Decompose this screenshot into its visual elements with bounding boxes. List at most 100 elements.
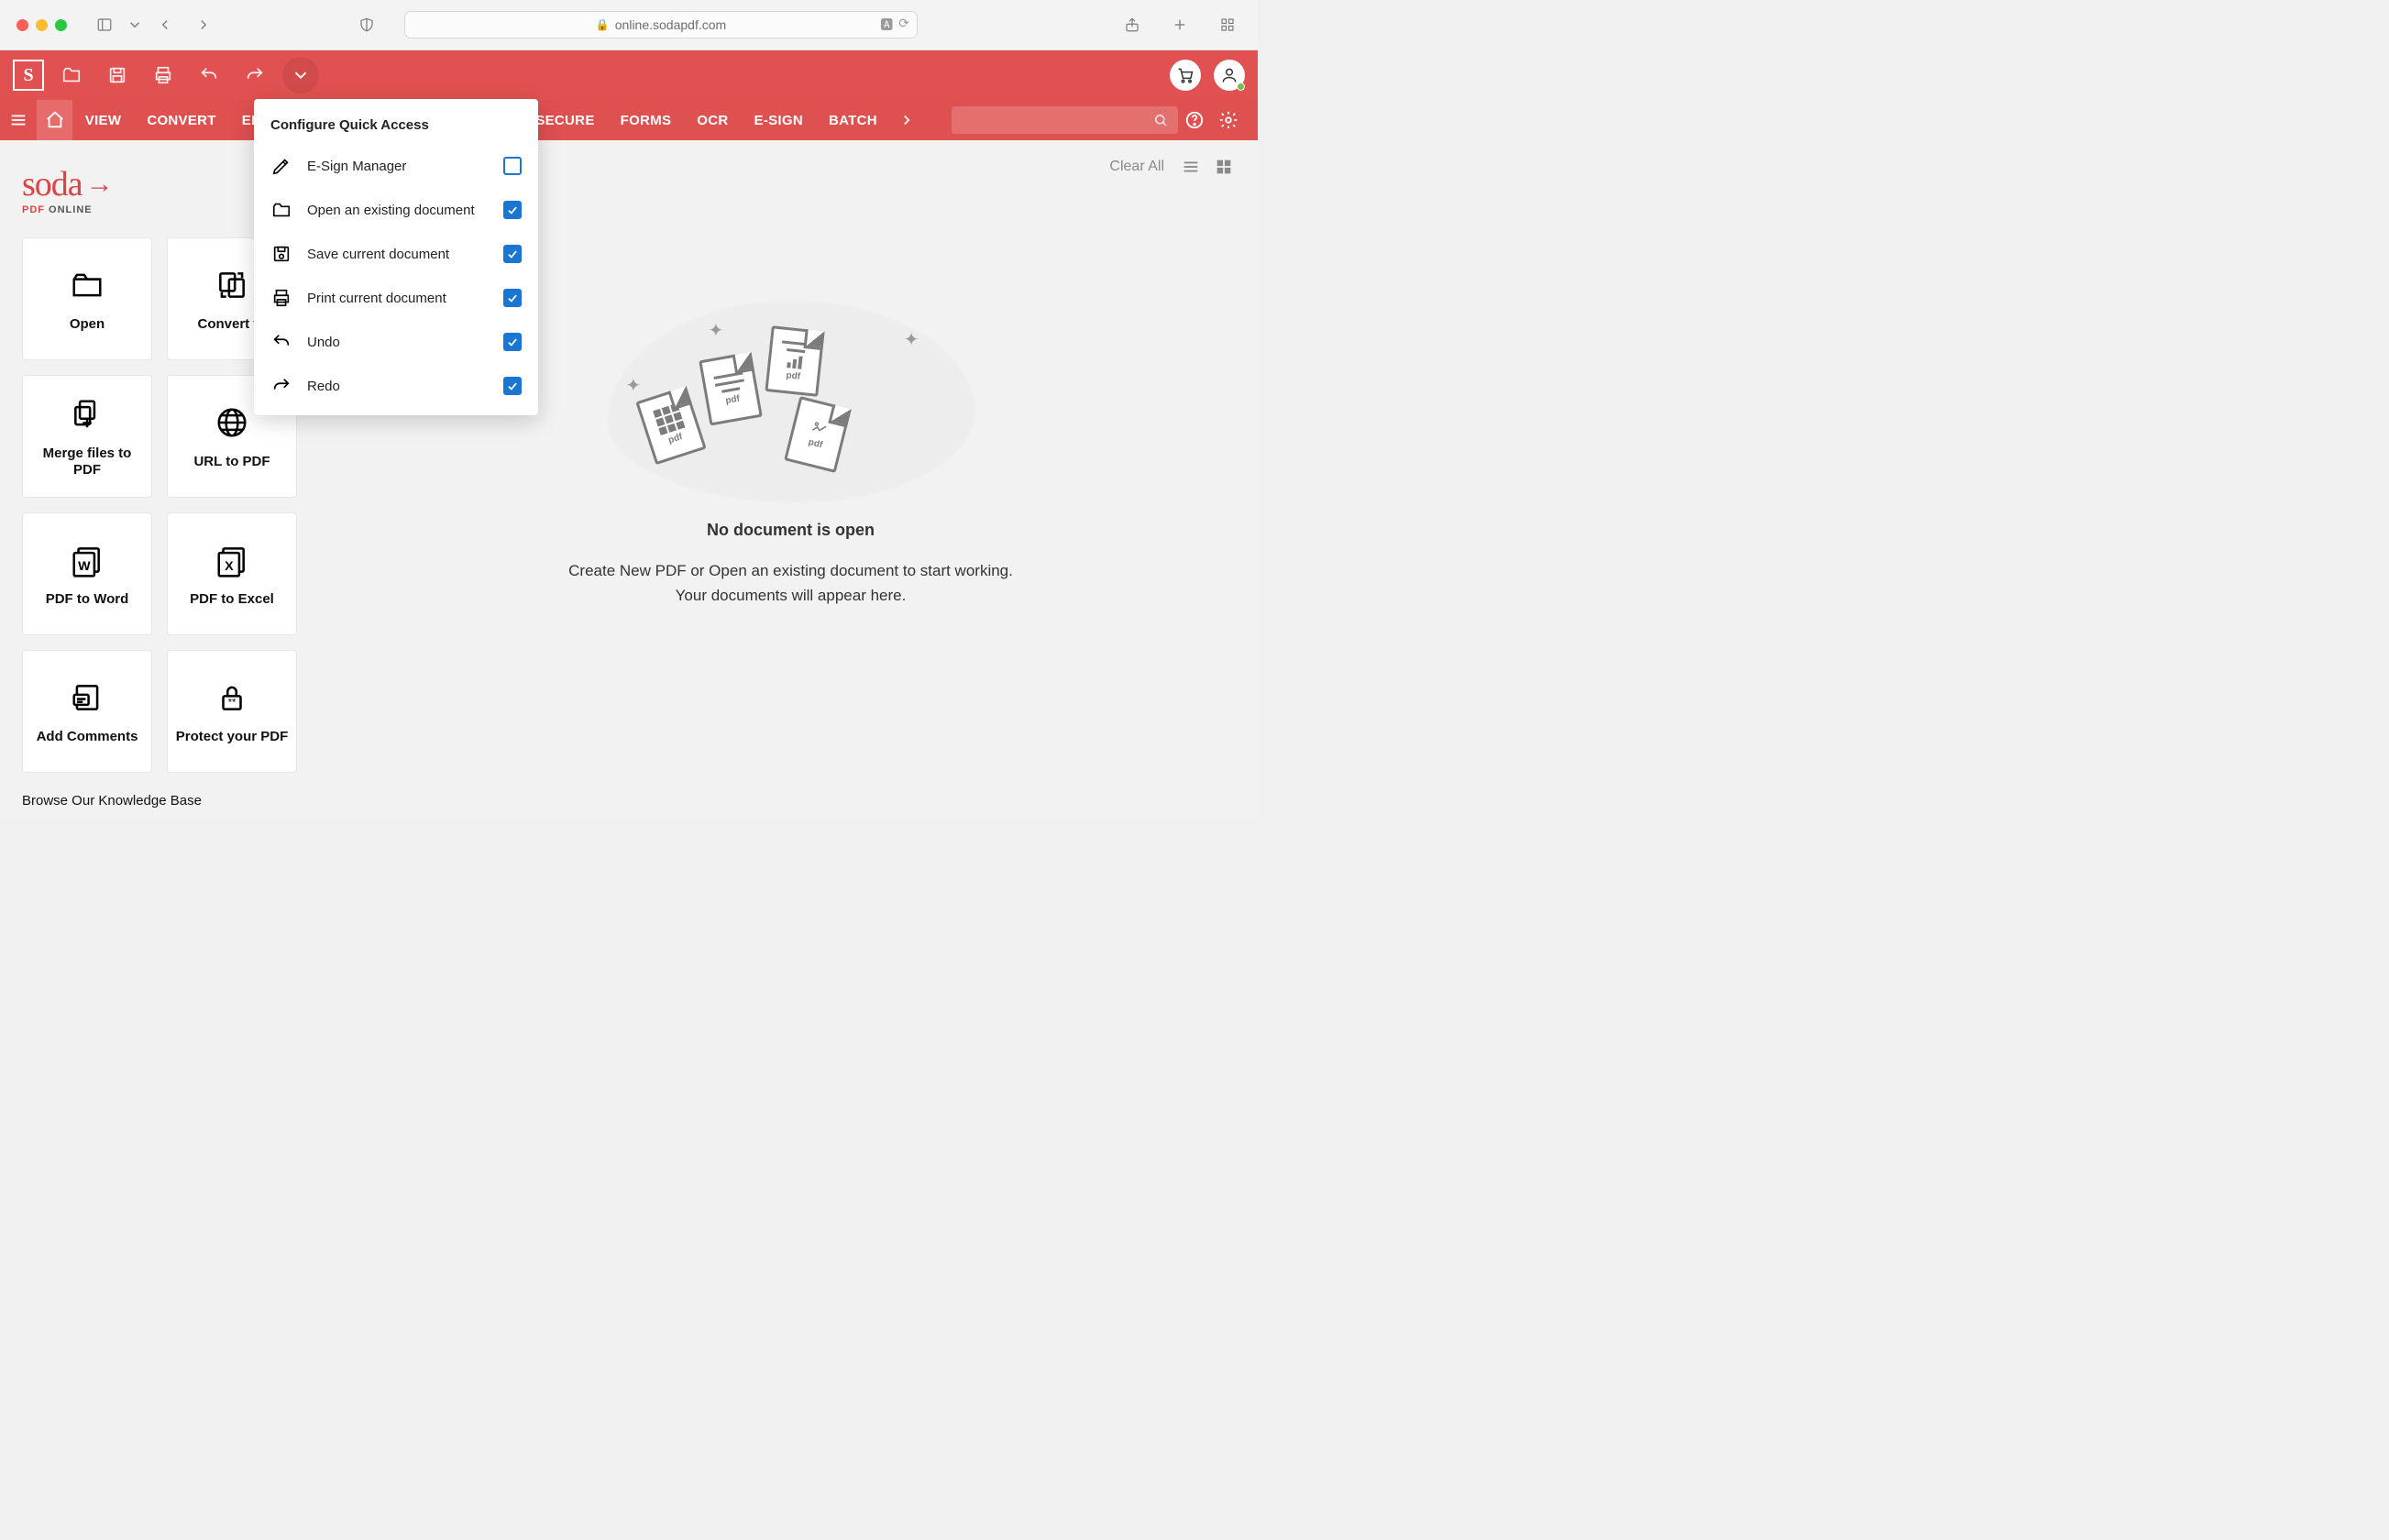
privacy-shield-button[interactable] [353, 11, 380, 38]
tile-label: Open [70, 316, 105, 333]
popover-checkbox[interactable] [503, 201, 522, 219]
popover-item-label: E-Sign Manager [307, 159, 489, 174]
tile-word[interactable]: W PDF to Word [22, 512, 152, 635]
tile-excel[interactable]: X PDF to Excel [167, 512, 297, 635]
new-tab-button[interactable] [1166, 11, 1194, 38]
popover-checkbox[interactable] [503, 333, 522, 351]
minimize-window-button[interactable] [36, 19, 48, 31]
sidebar-toggle-button[interactable] [91, 11, 118, 38]
hamburger-menu-button[interactable] [0, 100, 37, 140]
convert-icon [215, 265, 249, 305]
popover-title: Configure Quick Access [254, 114, 538, 144]
svg-text:**: ** [228, 698, 237, 709]
qa-open-button[interactable] [53, 57, 90, 94]
print-icon [270, 287, 292, 309]
tile-lock[interactable]: ** Protect your PDF [167, 650, 297, 773]
tile-comment[interactable]: Add Comments [22, 650, 152, 773]
qa-print-button[interactable] [145, 57, 182, 94]
comment-icon [70, 677, 105, 718]
qa-undo-button[interactable] [191, 57, 227, 94]
qa-save-button[interactable] [99, 57, 136, 94]
lock-icon: ** [215, 677, 249, 718]
undo-icon [270, 331, 292, 353]
ribbon-tabs: VIEW CONVERT ED SECURE FORMS OCR E-SIGN … [0, 100, 1258, 140]
share-button[interactable] [1118, 11, 1146, 38]
tile-label: URL to PDF [193, 454, 270, 470]
popover-checkbox[interactable] [503, 377, 522, 395]
grid-view-button[interactable] [1214, 157, 1234, 177]
main-area: soda→ PDF ONLINE Open Convert to Merge f… [0, 140, 1258, 819]
merge-icon [70, 394, 105, 434]
popover-item-label: Open an existing document [307, 203, 489, 218]
help-button[interactable] [1178, 100, 1212, 140]
popover-item-print[interactable]: Print current document [254, 276, 538, 320]
popover-checkbox[interactable] [503, 289, 522, 307]
tile-label: Merge files to PDF [28, 446, 146, 478]
save-icon [270, 243, 292, 265]
popover-item-redo[interactable]: Redo [254, 364, 538, 408]
excel-icon: X [215, 540, 249, 580]
tab-convert[interactable]: CONVERT [134, 100, 228, 140]
address-bar[interactable]: 🔒 online.sodapdf.com 🅰 ⟳ [404, 11, 918, 38]
popover-item-label: Redo [307, 379, 489, 394]
close-window-button[interactable] [17, 19, 28, 31]
popover-checkbox[interactable] [503, 245, 522, 263]
tile-label: PDF to Word [46, 591, 129, 608]
qa-redo-button[interactable] [237, 57, 273, 94]
word-icon: W [70, 540, 105, 580]
tab-overview-button[interactable] [1214, 11, 1241, 38]
folder-open-icon [270, 199, 292, 221]
app-logo[interactable]: S [13, 60, 44, 91]
empty-state-title: No document is open [707, 521, 875, 540]
reload-icon[interactable]: ⟳ [898, 16, 909, 34]
tab-home[interactable] [37, 100, 72, 140]
popover-item-pen[interactable]: E-Sign Manager [254, 144, 538, 188]
popover-item-folder-open[interactable]: Open an existing document [254, 188, 538, 232]
tile-folder-open[interactable]: Open [22, 237, 152, 360]
browser-chrome: 🔒 online.sodapdf.com 🅰 ⟳ [0, 0, 1258, 50]
knowledge-base-link[interactable]: Browse Our Knowledge Base [22, 793, 302, 808]
fullscreen-window-button[interactable] [55, 19, 67, 31]
pen-icon [270, 155, 292, 177]
redo-icon [270, 375, 292, 397]
svg-text:W: W [78, 559, 91, 574]
configure-quick-access-popover: Configure Quick Access E-Sign Manager Op… [254, 99, 538, 415]
empty-state-graphic: ✦ ✦ ✦ pdf pdf pdf pdf [608, 301, 974, 502]
settings-button[interactable] [1211, 100, 1245, 140]
app-quick-access-bar: S [0, 50, 1258, 100]
tile-merge[interactable]: Merge files to PDF [22, 375, 152, 498]
url-text: online.sodapdf.com [615, 17, 726, 32]
tab-view[interactable]: VIEW [72, 100, 135, 140]
nav-forward-button[interactable] [190, 11, 217, 38]
globe-icon [215, 402, 249, 443]
tab-forms[interactable]: FORMS [608, 100, 685, 140]
ribbon-search-input[interactable] [952, 106, 1178, 134]
window-controls [17, 19, 67, 31]
empty-state-text: Create New PDF or Open an existing docum… [568, 558, 1013, 608]
popover-item-undo[interactable]: Undo [254, 320, 538, 364]
tile-label: PDF to Excel [190, 591, 274, 608]
popover-item-save[interactable]: Save current document [254, 232, 538, 276]
tile-label: Protect your PDF [176, 729, 289, 745]
translate-icon[interactable]: 🅰 [880, 16, 893, 34]
tab-esign[interactable]: E-SIGN [742, 100, 816, 140]
svg-text:X: X [225, 559, 234, 574]
popover-item-label: Undo [307, 335, 489, 350]
ribbon-scroll-right-button[interactable] [890, 100, 924, 140]
tab-group-dropdown-button[interactable] [126, 11, 144, 38]
list-view-button[interactable] [1181, 157, 1201, 177]
account-button[interactable] [1214, 60, 1245, 91]
tab-batch[interactable]: BATCH [816, 100, 890, 140]
popover-checkbox[interactable] [503, 157, 522, 175]
qa-configure-dropdown-button[interactable] [282, 57, 319, 94]
nav-back-button[interactable] [151, 11, 179, 38]
clear-all-button[interactable]: Clear All [1109, 159, 1164, 175]
online-status-dot [1237, 82, 1245, 91]
cart-button[interactable] [1170, 60, 1201, 91]
tile-label: Add Comments [37, 729, 138, 745]
popover-item-label: Print current document [307, 291, 489, 306]
popover-item-label: Save current document [307, 247, 489, 262]
tab-ocr[interactable]: OCR [684, 100, 741, 140]
lock-icon: 🔒 [596, 18, 610, 31]
folder-open-icon [70, 265, 105, 305]
